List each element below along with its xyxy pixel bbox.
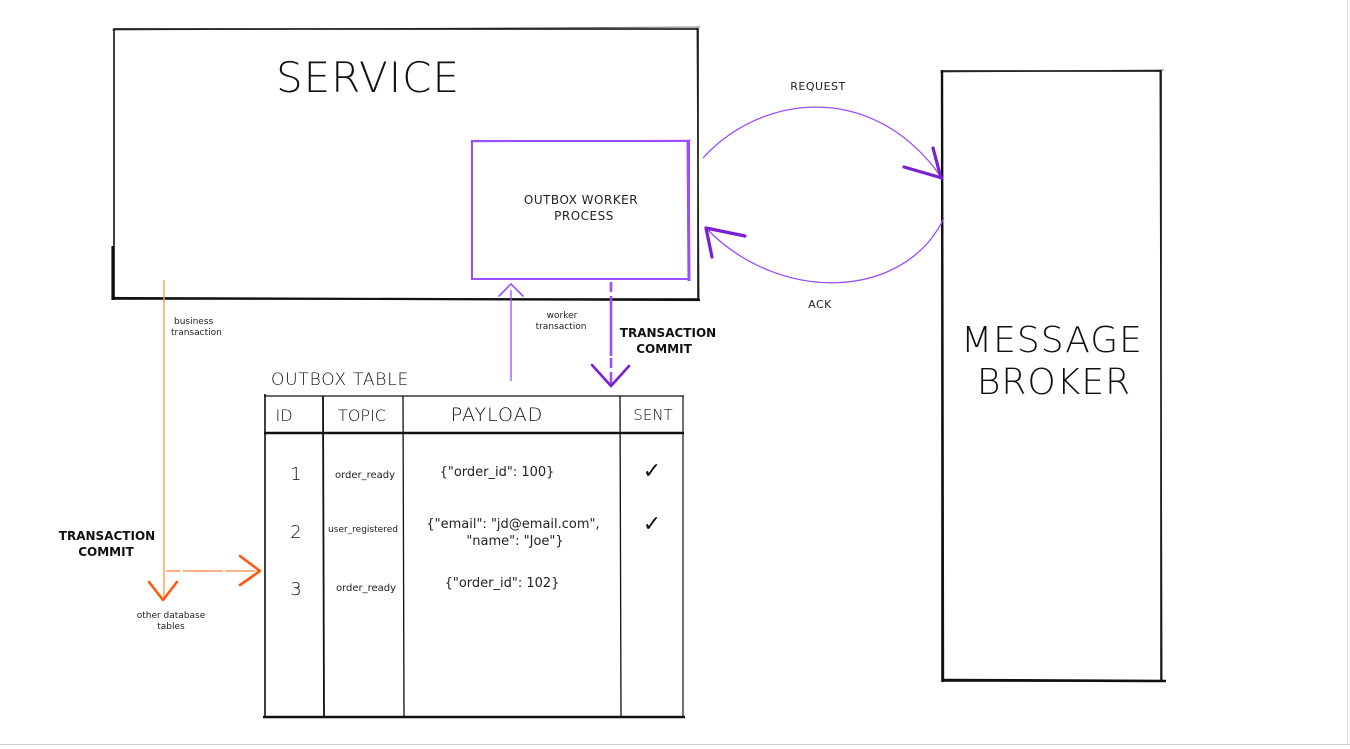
message-broker-box: MESSAGE BROKER <box>939 69 1167 683</box>
table-row: 1 order_ready {"order_id": 100} ✓ <box>290 459 661 485</box>
row-payload-line1: {"email": "jd@email.com", <box>426 517 599 532</box>
service-title: SERVICE <box>276 53 460 102</box>
row-topic: user_registered <box>328 525 398 535</box>
service-box: SERVICE <box>111 26 701 302</box>
column-header-payload: PAYLOAD <box>451 404 544 426</box>
row-sent-check: ✓ <box>643 512 661 537</box>
table-row: 3 order_ready {"order_id": 102} <box>290 576 559 600</box>
outbox-table: OUTBOX TABLE ID TOPIC PAYLOAD SENT 1 ord… <box>263 370 685 719</box>
outbox-table-title: OUTBOX TABLE <box>271 370 409 390</box>
row-payload-line1: {"order_id": 100} <box>440 465 555 480</box>
worker-label-line2: PROCESS <box>554 209 614 223</box>
row-id: 3 <box>290 579 301 600</box>
ack-label: ACK <box>808 298 832 311</box>
column-header-topic: TOPIC <box>338 406 386 425</box>
tx-commit-right-line1: TRANSACTION <box>620 326 716 340</box>
other-tables-label-line1: other database <box>137 611 206 621</box>
worker-label-line1: OUTBOX WORKER <box>524 193 638 207</box>
tx-commit-right-line2: COMMIT <box>636 342 692 356</box>
column-header-id: ID <box>275 406 292 425</box>
worker-transaction-label-line1: worker <box>547 311 578 321</box>
table-header: ID TOPIC PAYLOAD SENT <box>275 404 672 426</box>
outbox-worker-box: OUTBOX WORKER PROCESS <box>469 139 693 282</box>
business-transaction-label-line1: business <box>174 317 214 327</box>
outbox-pattern-diagram: SERVICE OUTBOX WORKER PROCESS MESSAGE BR… <box>59 26 1167 719</box>
row-id: 2 <box>290 522 301 543</box>
tx-commit-left-line1: TRANSACTION <box>59 529 155 543</box>
row-topic: order_ready <box>336 583 396 594</box>
row-payload-line2: "name": "Joe"} <box>466 534 563 549</box>
ack-arrow: ACK <box>704 217 945 311</box>
row-id: 1 <box>290 464 301 485</box>
worker-transaction-label-line2: transaction <box>536 322 587 332</box>
broker-label-line2: BROKER <box>977 362 1131 403</box>
row-sent-check: ✓ <box>643 459 661 484</box>
table-row: 2 user_registered {"email": "jd@email.co… <box>290 512 661 549</box>
broker-label-line1: MESSAGE <box>961 320 1143 361</box>
column-header-sent: SENT <box>633 406 672 424</box>
business-transaction-label-line2: transaction <box>171 328 222 338</box>
row-payload-line1: {"order_id": 102} <box>445 576 560 591</box>
other-tables-label-line2: tables <box>157 622 185 632</box>
request-arrow: REQUEST <box>702 80 944 180</box>
worker-transaction-arrows: worker transaction TRANSACTION COMMIT <box>498 282 716 388</box>
row-topic: order_ready <box>335 470 395 481</box>
tx-commit-left-line2: COMMIT <box>78 545 134 559</box>
request-label: REQUEST <box>790 80 845 93</box>
business-transaction-arrows: business transaction TRANSACTION COMMIT … <box>59 280 262 632</box>
